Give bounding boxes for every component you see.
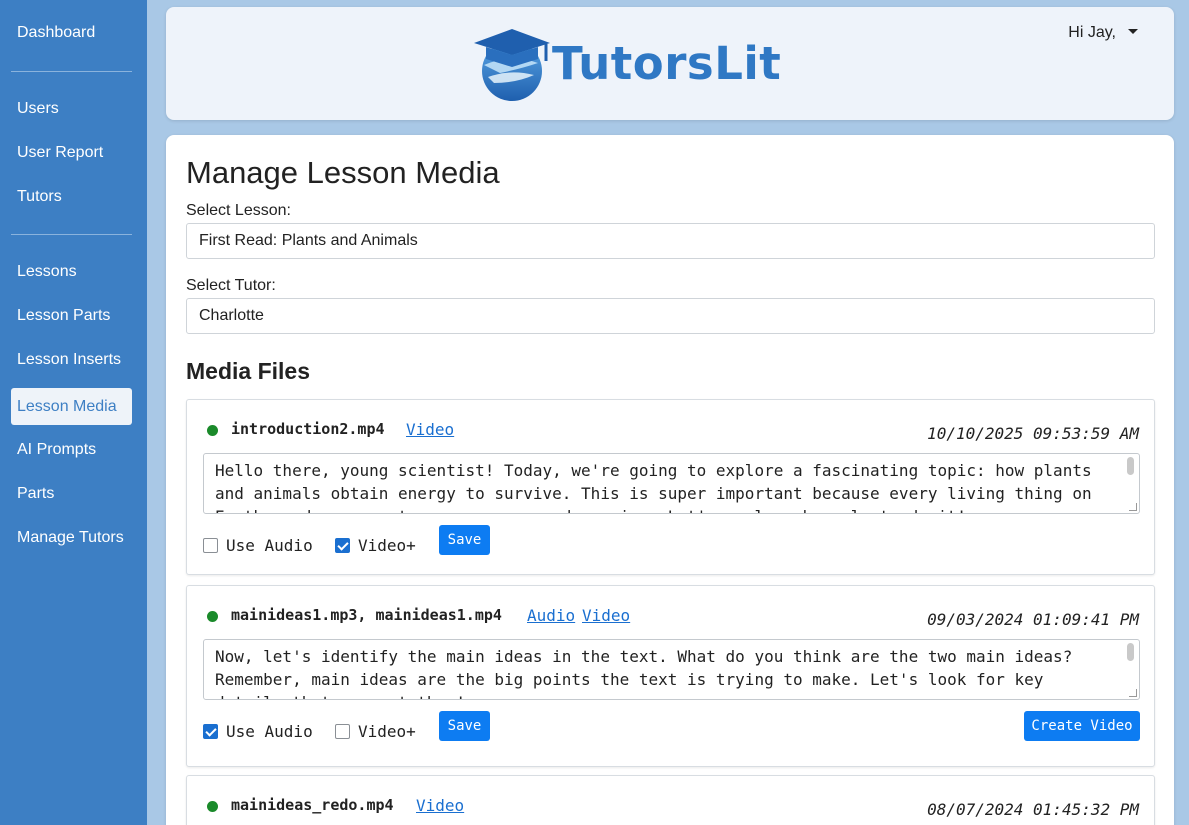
sidebar-item-ai-prompts[interactable]: AI Prompts: [0, 432, 147, 476]
checkbox-checked-icon: [203, 724, 218, 739]
main-panel: Manage Lesson Media Select Lesson: First…: [166, 135, 1174, 825]
header: TutorsLit Hi Jay,: [166, 7, 1174, 120]
sidebar-item-lesson-inserts[interactable]: Lesson Inserts: [0, 342, 147, 388]
video-plus-label: Video+: [358, 536, 416, 555]
media-timestamp: 09/03/2024 01:09:41 PM: [927, 610, 1139, 629]
media-card: mainideas1.mp3, mainideas1.mp4 Audio Vid…: [186, 585, 1155, 767]
lesson-label: Select Lesson:: [186, 202, 291, 219]
sidebar-item-lesson-media[interactable]: Lesson Media: [11, 388, 132, 425]
media-card: introduction2.mp4 Video 10/10/2025 09:53…: [186, 399, 1155, 575]
use-audio-label: Use Audio: [226, 536, 313, 555]
sidebar-item-dashboard[interactable]: Dashboard: [0, 15, 147, 51]
status-dot-icon: [207, 425, 218, 436]
logo-text: TutorsLit: [552, 37, 782, 90]
media-script-textarea[interactable]: Now, let's identify the main ideas in th…: [203, 639, 1140, 700]
sidebar-item-parts[interactable]: Parts: [0, 476, 147, 520]
sidebar-item-lesson-parts[interactable]: Lesson Parts: [0, 298, 147, 342]
sidebar-item-tutors[interactable]: Tutors: [0, 179, 147, 215]
create-video-button[interactable]: Create Video: [1024, 711, 1140, 741]
video-link[interactable]: Video: [582, 606, 630, 625]
media-filename: mainideas_redo.mp4: [231, 796, 394, 814]
lesson-select[interactable]: First Read: Plants and Animals: [186, 223, 1155, 259]
chevron-down-icon: [1128, 29, 1138, 34]
media-script-text: Hello there, young scientist! Today, we'…: [215, 461, 1092, 513]
use-audio-label: Use Audio: [226, 722, 313, 741]
video-link[interactable]: Video: [416, 796, 464, 815]
sidebar-item-lessons[interactable]: Lessons: [0, 254, 147, 298]
video-plus-label: Video+: [358, 722, 416, 741]
sidebar-item-users[interactable]: Users: [0, 91, 147, 135]
checkbox-unchecked-icon: [335, 724, 350, 739]
user-greeting: Hi Jay,: [1068, 24, 1116, 41]
save-button[interactable]: Save: [439, 525, 490, 555]
resize-handle-icon[interactable]: [1129, 689, 1137, 697]
use-audio-checkbox[interactable]: Use Audio: [203, 536, 313, 555]
checkbox-unchecked-icon: [203, 538, 218, 553]
status-dot-icon: [207, 801, 218, 812]
media-filename: introduction2.mp4: [231, 420, 385, 438]
resize-handle-icon[interactable]: [1129, 503, 1137, 511]
sidebar: Dashboard Users User Report Tutors Lesso…: [0, 0, 147, 825]
status-dot-icon: [207, 611, 218, 622]
media-files-heading: Media Files: [186, 358, 310, 384]
audio-link[interactable]: Audio: [527, 606, 575, 625]
save-button[interactable]: Save: [439, 711, 490, 741]
video-plus-checkbox[interactable]: Video+: [335, 536, 416, 555]
media-card: mainideas_redo.mp4 Video 08/07/2024 01:4…: [186, 775, 1155, 825]
checkbox-checked-icon: [335, 538, 350, 553]
tutor-label: Select Tutor:: [186, 277, 276, 294]
media-filename: mainideas1.mp3, mainideas1.mp4: [231, 606, 502, 624]
media-timestamp: 10/10/2025 09:53:59 AM: [927, 424, 1139, 443]
scrollbar-thumb[interactable]: [1127, 457, 1134, 475]
sidebar-item-manage-tutors[interactable]: Manage Tutors: [0, 520, 147, 556]
use-audio-checkbox[interactable]: Use Audio: [203, 722, 313, 741]
sidebar-item-user-report[interactable]: User Report: [0, 135, 147, 179]
scrollbar-thumb[interactable]: [1127, 643, 1134, 661]
media-script-textarea[interactable]: Hello there, young scientist! Today, we'…: [203, 453, 1140, 514]
media-timestamp: 08/07/2024 01:45:32 PM: [927, 800, 1139, 819]
tutor-select[interactable]: Charlotte: [186, 298, 1155, 334]
video-link[interactable]: Video: [406, 420, 454, 439]
user-menu[interactable]: Hi Jay,: [1068, 24, 1138, 42]
media-script-text: Now, let's identify the main ideas in th…: [215, 647, 1073, 699]
video-plus-checkbox[interactable]: Video+: [335, 722, 416, 741]
page-title: Manage Lesson Media: [186, 155, 500, 190]
